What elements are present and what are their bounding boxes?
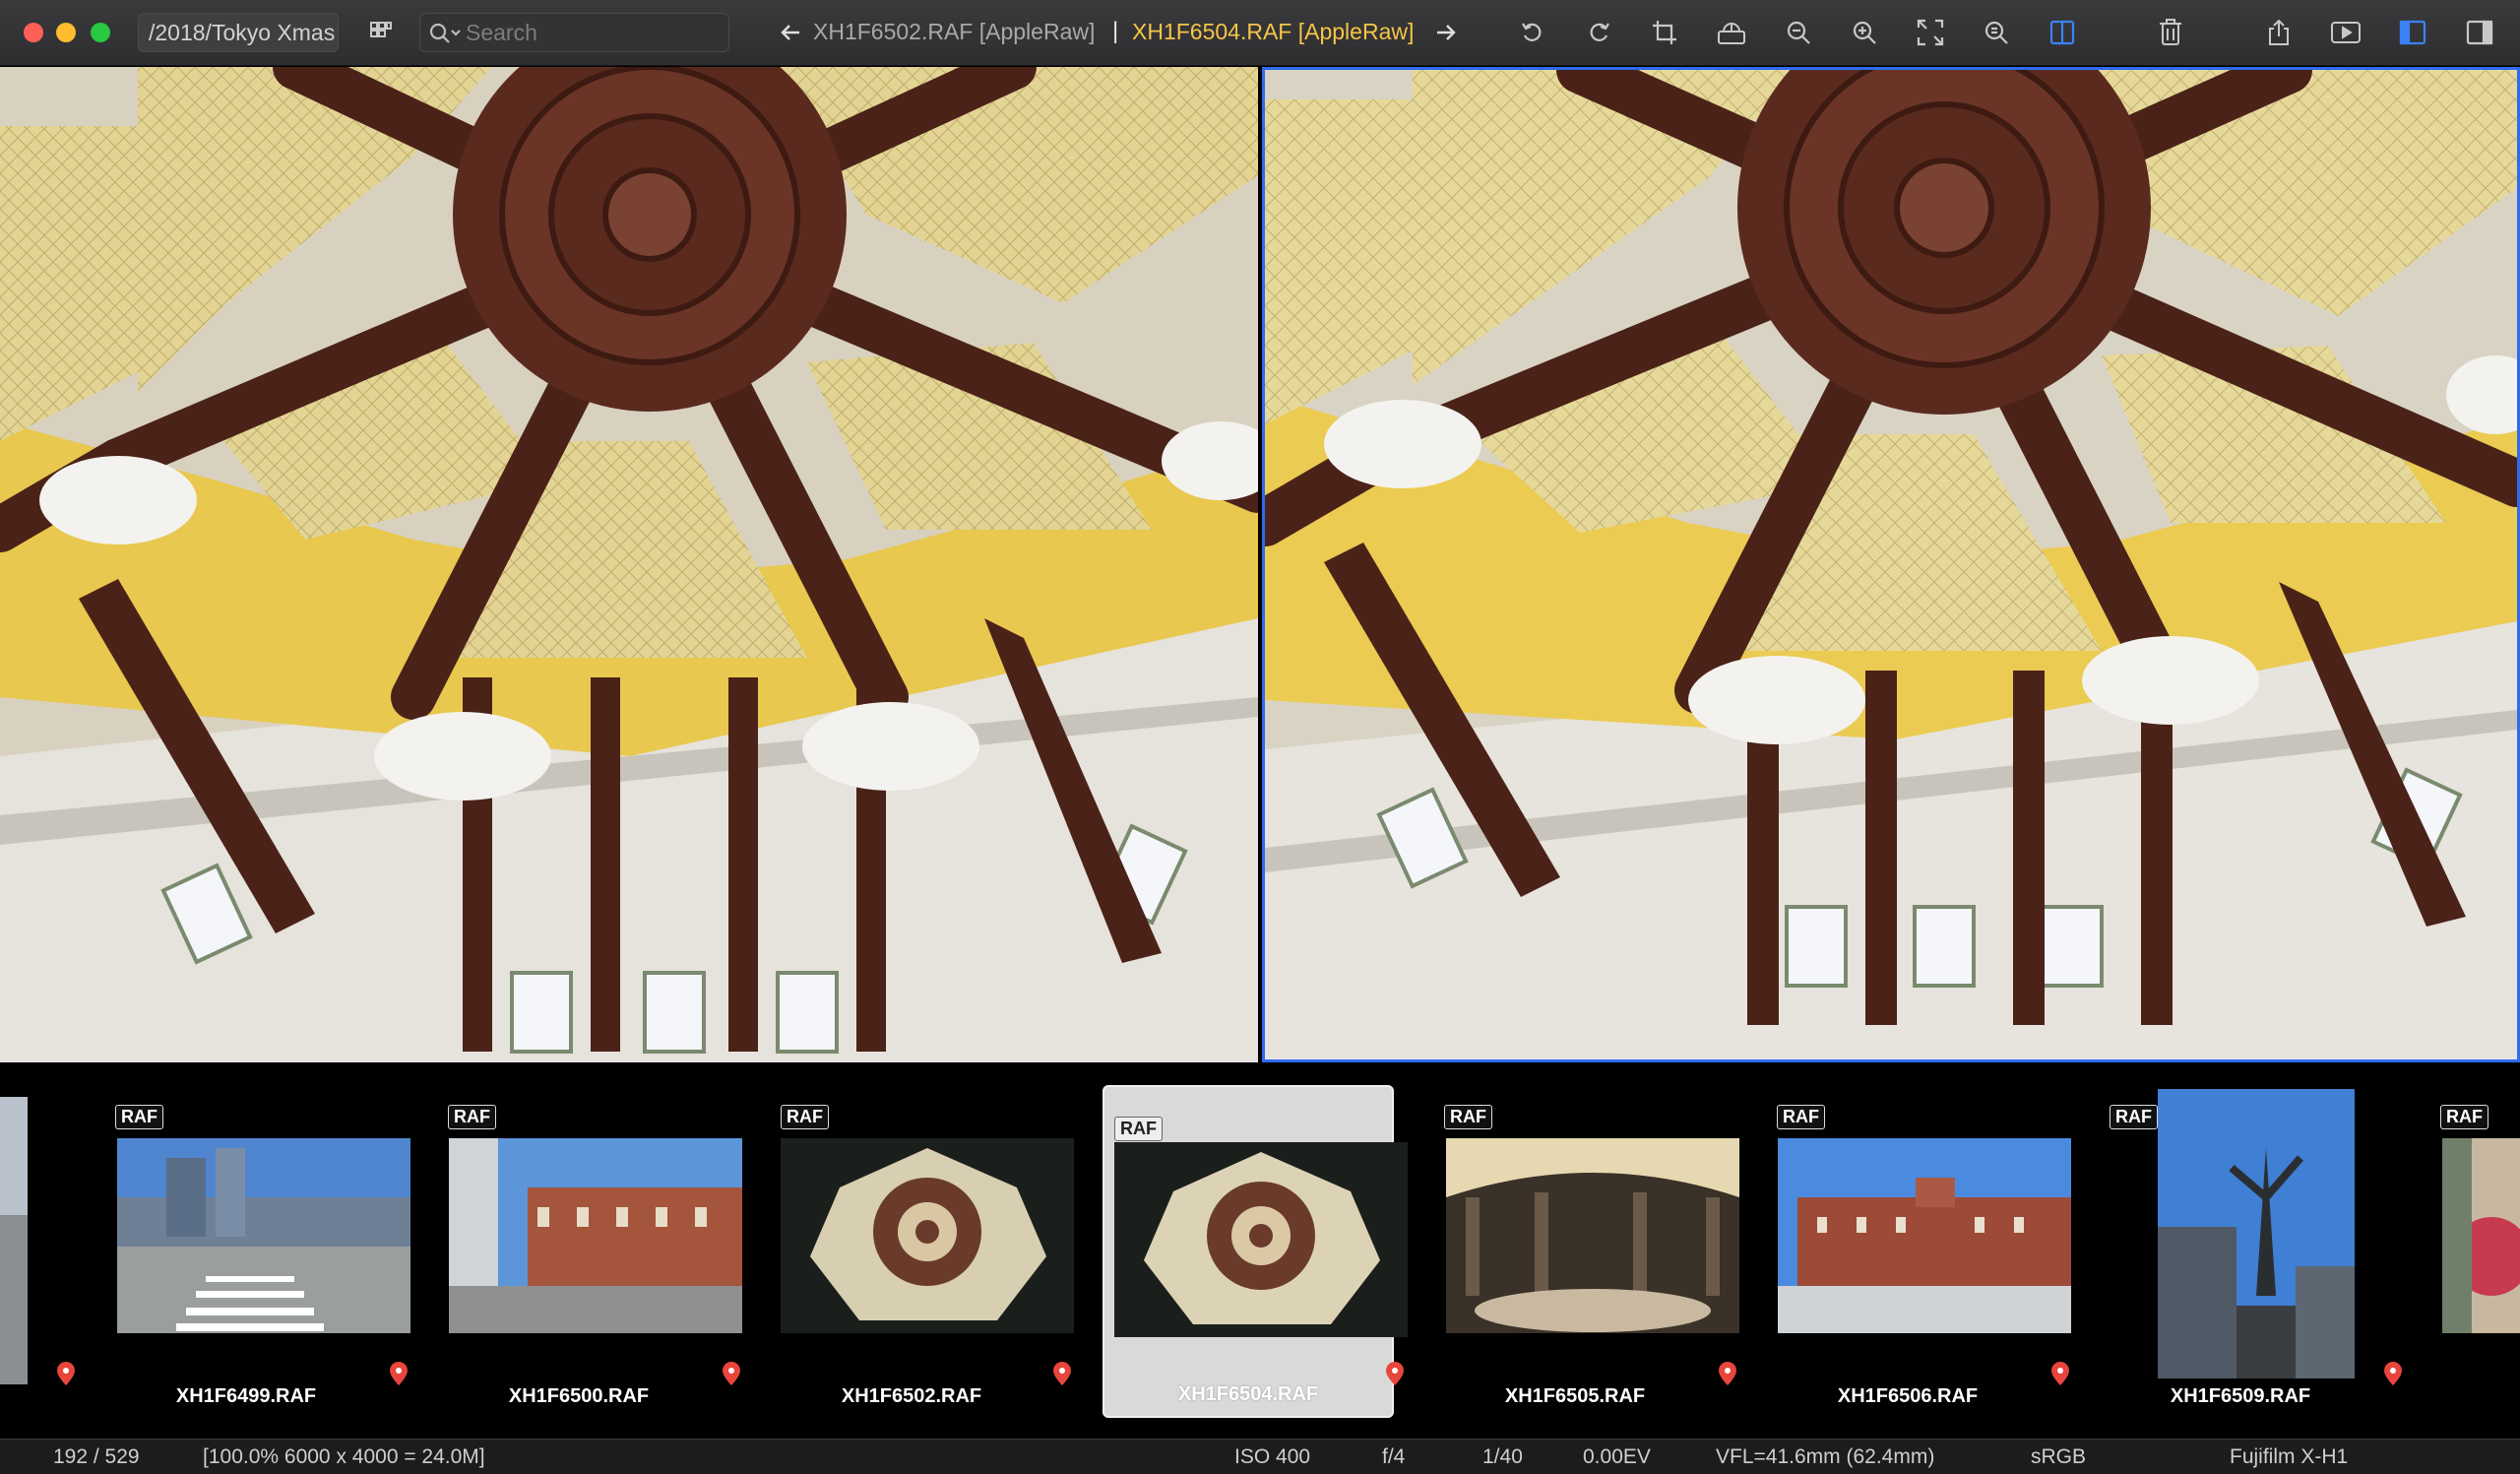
- location-pin-icon: [1053, 1362, 1071, 1385]
- filmstrip-item[interactable]: RAF XH1F6502.RAF: [766, 1085, 1074, 1418]
- filmstrip-item[interactable]: RAF XH1F6506.RAF: [1762, 1085, 2071, 1418]
- image-viewer: [0, 67, 2520, 1062]
- exposure-value: 0.00EV: [1583, 1445, 1651, 1468]
- thumbnail-filename: XH1F6506.RAF: [1837, 1385, 1979, 1407]
- thumbnail-filename: XH1F6509.RAF: [2170, 1385, 2311, 1407]
- file-type-badge: RAF: [1444, 1105, 1492, 1129]
- folder-path-button[interactable]: /2018/Tokyo Xmas: [138, 13, 339, 52]
- zoom-out-icon[interactable]: [1782, 16, 1815, 49]
- file-type-badge: RAF: [1114, 1117, 1163, 1141]
- previous-image-pane[interactable]: [0, 67, 1258, 1062]
- thumbnail-image: [1446, 1138, 1739, 1333]
- filmstrip-item[interactable]: RAF XH1F6499.RAF: [100, 1085, 410, 1418]
- shutter-value: 1/40: [1482, 1445, 1523, 1468]
- thumbnail-image[interactable]: [0, 1097, 28, 1384]
- adjust-icon[interactable]: [1714, 16, 1749, 49]
- file-type-badge: RAF: [2110, 1105, 2158, 1129]
- window-close-button[interactable]: [24, 23, 43, 42]
- file-type-badge: RAF: [2440, 1105, 2488, 1129]
- thumbnail-image[interactable]: [2442, 1138, 2520, 1333]
- filmstrip-item[interactable]: RAF XH1F6500.RAF: [433, 1085, 742, 1418]
- location-pin-icon: [1386, 1362, 1404, 1385]
- image-index: 192 / 529: [53, 1445, 140, 1468]
- window-minimize-button[interactable]: [56, 23, 76, 42]
- file-type-badge: RAF: [448, 1105, 496, 1129]
- filmstrip-item[interactable]: RAF XH1F6505.RAF: [1429, 1085, 1739, 1418]
- title-separator: |: [1112, 18, 1119, 44]
- dome-ceiling-photo-left: [0, 67, 1258, 1062]
- current-file-label: XH1F6504.RAF [AppleRaw]: [1132, 19, 1415, 44]
- status-bar: 192 / 529 [100.0% 6000 x 4000 = 24.0M] I…: [0, 1439, 2520, 1474]
- toolbar: /2018/Tokyo Xmas XH1F6502.RAF [AppleRaw]…: [0, 0, 2520, 66]
- window-maximize-button[interactable]: [91, 23, 110, 42]
- thumbnail-image: [781, 1138, 1074, 1333]
- trash-icon[interactable]: [2154, 16, 2187, 49]
- zoom-in-icon[interactable]: [1848, 16, 1881, 49]
- location-pin-icon: [2051, 1362, 2069, 1385]
- thumbnail-filename: XH1F6505.RAF: [1504, 1385, 1646, 1407]
- left-panel-icon[interactable]: [2396, 16, 2429, 49]
- next-image-button[interactable]: [1431, 18, 1461, 47]
- file-type-badge: RAF: [781, 1105, 829, 1129]
- current-image-pane[interactable]: [1262, 67, 2520, 1062]
- share-icon[interactable]: [2262, 16, 2296, 49]
- thumbnail-filename: XH1F6499.RAF: [175, 1385, 317, 1407]
- thumbnail-image: [2158, 1089, 2355, 1378]
- fit-screen-icon[interactable]: [1914, 16, 1947, 49]
- color-space-value: sRGB: [2031, 1445, 2087, 1468]
- thumbnail-filename: XH1F6500.RAF: [508, 1385, 650, 1407]
- filmstrip[interactable]: RAF XH1F6499.RAF RAF XH1F6500.RAF RAF XH…: [0, 1063, 2520, 1438]
- search-input[interactable]: [466, 14, 722, 51]
- filmstrip-item-selected[interactable]: RAF XH1F6504.RAF: [1102, 1085, 1408, 1418]
- previous-file-label[interactable]: XH1F6502.RAF [AppleRaw]: [813, 19, 1095, 45]
- actual-size-icon[interactable]: [1980, 16, 2013, 49]
- dome-ceiling-photo-right: [1265, 70, 2517, 1059]
- thumbnail-image: [1778, 1138, 2071, 1333]
- location-pin-icon: [2384, 1362, 2402, 1385]
- file-type-badge: RAF: [1777, 1105, 1825, 1129]
- thumbnail-image: [449, 1138, 742, 1333]
- slideshow-icon[interactable]: [2328, 16, 2363, 49]
- thumbnail-image: [1114, 1142, 1408, 1337]
- previous-image-button[interactable]: [776, 18, 805, 47]
- thumbnail-filename: XH1F6502.RAF: [841, 1385, 982, 1407]
- crop-icon[interactable]: [1648, 16, 1681, 49]
- location-pin-icon: [723, 1362, 740, 1385]
- thumbnail-filename: XH1F6504.RAF: [1177, 1383, 1319, 1405]
- search-icon: [428, 22, 462, 50]
- location-pin-icon: [1719, 1362, 1736, 1385]
- rotate-left-icon[interactable]: [1516, 16, 1549, 49]
- iso-value: ISO 400: [1234, 1445, 1311, 1468]
- location-pin-icon: [57, 1362, 75, 1385]
- camera-model: Fujifilm X-H1: [2230, 1445, 2349, 1468]
- file-type-badge: RAF: [115, 1105, 163, 1129]
- zoom-info: [100.0% 6000 x 4000 = 24.0M]: [203, 1445, 485, 1468]
- focal-length-value: VFL=41.6mm (62.4mm): [1716, 1445, 1935, 1468]
- aperture-value: f/4: [1382, 1445, 1406, 1468]
- grid-view-icon[interactable]: [366, 18, 396, 47]
- search-box[interactable]: [419, 13, 729, 52]
- rotate-right-icon[interactable]: [1582, 16, 1615, 49]
- compare-icon[interactable]: [2046, 16, 2079, 49]
- thumbnail-image: [117, 1138, 410, 1333]
- location-pin-icon: [390, 1362, 408, 1385]
- right-panel-icon[interactable]: [2463, 16, 2496, 49]
- filmstrip-item[interactable]: RAF XH1F6509.RAF: [2095, 1085, 2386, 1418]
